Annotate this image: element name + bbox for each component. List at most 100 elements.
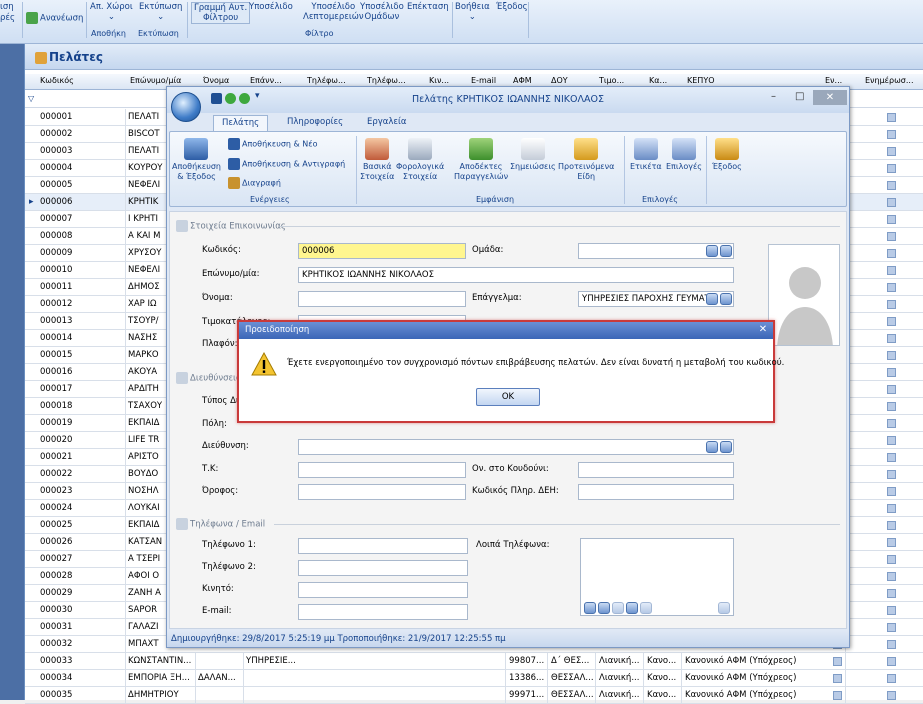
surname-field[interactable]: ΚΡΗΤΙΚΟΣ ΙΩΑΝΝΗΣ ΝΙΚΟΛΑΟΣ	[298, 267, 734, 283]
edit-icon[interactable]	[612, 602, 624, 614]
update-checkbox[interactable]	[887, 215, 896, 224]
column-header[interactable]: Ενημέρωσ...	[865, 76, 913, 85]
update-checkbox[interactable]	[887, 130, 896, 139]
update-checkbox[interactable]	[887, 198, 896, 207]
sum-details-button[interactable]: Υποσέλιδο Λεπτομερειών	[303, 2, 364, 22]
delete-button[interactable]: Διαγραφή	[228, 177, 281, 189]
mobile-field[interactable]	[298, 582, 468, 598]
column-header[interactable]: Όνομα	[203, 76, 229, 85]
update-checkbox[interactable]	[887, 623, 896, 632]
tab-customer[interactable]: Πελάτης	[213, 115, 269, 131]
dropdown-icon[interactable]	[706, 245, 718, 257]
update-checkbox[interactable]	[887, 266, 896, 275]
dialog-exit-button[interactable]: Έξοδος	[712, 138, 742, 172]
update-checkbox[interactable]	[887, 385, 896, 394]
remove-icon[interactable]	[598, 602, 610, 614]
update-checkbox[interactable]	[887, 419, 896, 428]
column-header[interactable]: Κιν...	[429, 76, 449, 85]
update-checkbox[interactable]	[887, 283, 896, 292]
column-header[interactable]: ΑΦΜ	[513, 76, 532, 85]
help-button[interactable]: Βοήθεια ⌄	[455, 2, 490, 22]
update-checkbox[interactable]	[887, 504, 896, 513]
update-checkbox[interactable]	[887, 606, 896, 615]
cancel-icon[interactable]	[640, 602, 652, 614]
phone1-field[interactable]	[298, 538, 468, 554]
print-button[interactable]: Εκτύπωση ⌄	[139, 2, 182, 22]
dropdown-icon[interactable]	[706, 293, 718, 305]
location-button[interactable]: Απ. Χώροι ⌄	[90, 2, 133, 22]
save-copy-button[interactable]: Αποθήκευση & Αντιγραφή	[228, 158, 345, 170]
update-checkbox[interactable]	[887, 164, 896, 173]
options-button[interactable]: Επιλογές	[666, 138, 702, 172]
update-checkbox[interactable]	[887, 181, 896, 190]
tab-information[interactable]: Πληροφορίες	[279, 115, 351, 131]
column-header[interactable]: ΚΕΠΥΟ	[687, 76, 715, 85]
order-recipients-button[interactable]: Αποδέκτες Παραγγελιών	[454, 138, 508, 182]
column-header[interactable]: Κα...	[649, 76, 667, 85]
locate-icon[interactable]	[720, 441, 732, 453]
update-checkbox[interactable]	[887, 249, 896, 258]
customer-photo[interactable]	[768, 244, 840, 346]
firstname-field[interactable]	[298, 291, 466, 307]
column-header[interactable]: E-mail	[471, 76, 496, 85]
browse-icon[interactable]	[720, 245, 732, 257]
doorbell-field[interactable]	[578, 462, 734, 478]
update-checkbox[interactable]	[887, 657, 896, 666]
update-checkbox[interactable]	[887, 300, 896, 309]
floor-field[interactable]	[298, 484, 466, 500]
save-close-button[interactable]: Αποθήκευση & Έξοδος	[172, 138, 221, 182]
update-checkbox[interactable]	[887, 453, 896, 462]
address-field[interactable]	[298, 439, 734, 455]
table-row[interactable]: 000033 ΚΩΝΣΤΑΝΤΙΝ... ΥΠΗΡΕΣΙΕ... 99807... Δ΄…	[25, 653, 923, 670]
ribbon-partial-button[interactable]: ιση	[0, 2, 14, 12]
labels-button[interactable]: Ετικέτα	[630, 138, 662, 172]
column-header[interactable]: Τιμο...	[599, 76, 624, 85]
active-checkbox[interactable]	[833, 674, 842, 683]
browse-icon[interactable]	[720, 293, 732, 305]
column-header[interactable]: ΔΟΥ	[551, 76, 568, 85]
table-row[interactable]: 000035 ΔΗΜΗΤΡΙΟΥ 99971... ΘΕΣΣΑΛ... Λιανική.…	[25, 687, 923, 704]
confirm-icon[interactable]	[626, 602, 638, 614]
maximize-icon[interactable]: □	[795, 91, 804, 102]
next-icon[interactable]	[718, 602, 730, 614]
ok-button[interactable]: OK	[476, 388, 540, 406]
update-checkbox[interactable]	[887, 691, 896, 700]
add-icon[interactable]	[584, 602, 596, 614]
update-checkbox[interactable]	[887, 351, 896, 360]
update-checkbox[interactable]	[887, 402, 896, 411]
basic-info-button[interactable]: Βασικά Στοιχεία	[360, 138, 394, 182]
refresh-button[interactable]: Ανανέωση	[26, 12, 83, 24]
column-header[interactable]: Τηλέφω...	[307, 76, 346, 85]
filter-line-button[interactable]: Γραμμή Αυτ. Φίλτρου	[191, 2, 251, 24]
save-new-button[interactable]: Αποθήκευση & Νέο	[228, 138, 317, 150]
tab-tools[interactable]: Εργαλεία	[359, 115, 415, 131]
update-checkbox[interactable]	[887, 470, 896, 479]
update-checkbox[interactable]	[887, 436, 896, 445]
update-checkbox[interactable]	[887, 538, 896, 547]
dei-code-field[interactable]	[578, 484, 734, 500]
sum-groups-button[interactable]: Υποσέλιδο Ομάδων	[360, 2, 404, 22]
table-row[interactable]: 000034 ΕΜΠΟΡΙΑ ΞΗ... ΔΑΛΑΝ... 13386... ΘΕΣΣΑ…	[25, 670, 923, 687]
extend-button[interactable]: Επέκταση	[407, 2, 449, 12]
zip-field[interactable]	[298, 462, 466, 478]
update-checkbox[interactable]	[887, 674, 896, 683]
column-header[interactable]: Επάνν...	[250, 76, 282, 85]
suggested-items-button[interactable]: Προτεινόμενα Είδη	[558, 138, 614, 182]
sum-button[interactable]: Υποσέλιδο	[249, 2, 293, 12]
update-checkbox[interactable]	[887, 368, 896, 377]
update-checkbox[interactable]	[887, 589, 896, 598]
map-icon[interactable]	[706, 441, 718, 453]
column-header[interactable]: Επώνυμο/μία	[130, 76, 181, 85]
update-checkbox[interactable]	[887, 521, 896, 530]
code-field[interactable]: 000006	[298, 243, 466, 259]
update-checkbox[interactable]	[887, 640, 896, 649]
minimize-icon[interactable]: –	[771, 91, 776, 102]
update-checkbox[interactable]	[887, 147, 896, 156]
update-checkbox[interactable]	[887, 232, 896, 241]
phone2-field[interactable]	[298, 560, 468, 576]
close-icon[interactable]: ✕	[813, 90, 847, 105]
notes-button[interactable]: Σημειώσεις	[510, 138, 556, 172]
column-header[interactable]: Εν...	[825, 76, 842, 85]
update-checkbox[interactable]	[887, 113, 896, 122]
column-header[interactable]: Κωδικός	[40, 76, 74, 85]
